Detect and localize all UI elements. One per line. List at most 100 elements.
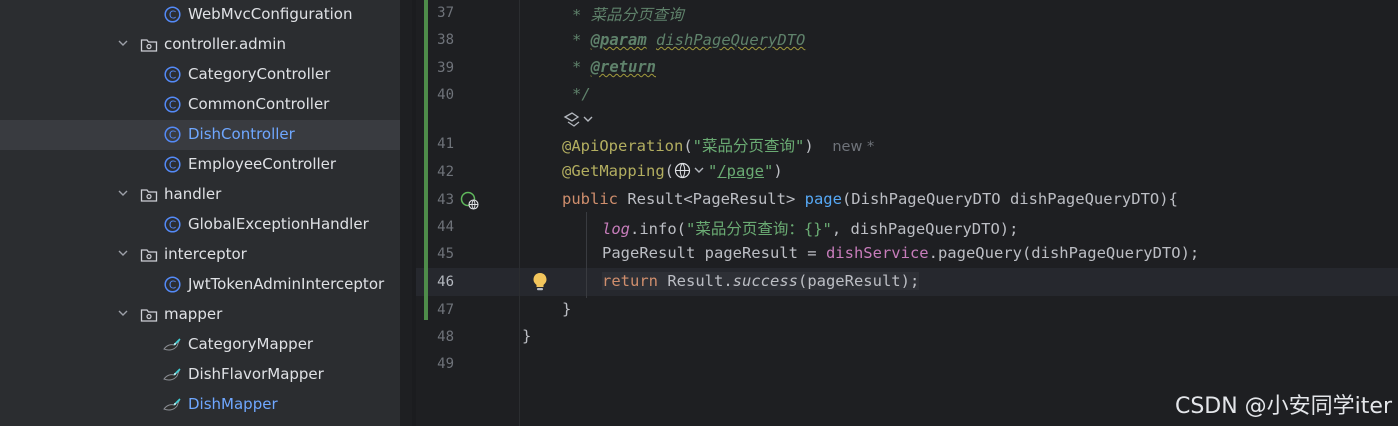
tree-item-label: GlobalExceptionHandler bbox=[188, 215, 369, 233]
chevron-down-icon[interactable] bbox=[118, 38, 128, 48]
annotation: @ApiOperation bbox=[562, 137, 684, 155]
tree-item-categorymapper[interactable]: CategoryMapper bbox=[0, 330, 400, 360]
package-folder-icon bbox=[140, 309, 158, 322]
paren: ( bbox=[683, 137, 693, 155]
tree-item-categorycontroller[interactable]: C CategoryController bbox=[0, 60, 400, 90]
line-number[interactable]: 45 bbox=[414, 246, 454, 262]
code-line-48[interactable]: } bbox=[522, 327, 531, 345]
line-number[interactable]: 41 bbox=[414, 136, 454, 152]
javadoc-param: dishPageQueryDTO bbox=[656, 31, 806, 49]
line-number[interactable]: 48 bbox=[414, 329, 454, 345]
line-number[interactable]: 43 bbox=[414, 192, 454, 208]
keyword: public bbox=[562, 190, 618, 208]
line-number[interactable]: 39 bbox=[414, 60, 454, 76]
tree-item-handler[interactable]: handler bbox=[0, 180, 400, 210]
method-call: .pageQuery(dishPageQueryDTO); bbox=[928, 244, 1200, 262]
mybatis-bird-icon bbox=[163, 338, 181, 351]
class-icon: C bbox=[164, 126, 181, 143]
tree-item-controller-admin[interactable]: controller.admin bbox=[0, 30, 400, 60]
code-line-44[interactable]: log.info("菜品分页查询：{}", dishPageQueryDTO); bbox=[602, 217, 1018, 239]
return-type: Result<PageResult> bbox=[618, 190, 805, 208]
paren: ) bbox=[804, 137, 814, 155]
field-dishservice: dishService bbox=[825, 244, 929, 262]
vcs-change-marker[interactable] bbox=[424, 0, 428, 320]
lightbulb-icon[interactable] bbox=[531, 271, 549, 293]
method-params: (DishPageQueryDTO dishPageQueryDTO){ bbox=[841, 190, 1178, 208]
svg-text:C: C bbox=[169, 220, 176, 232]
string-quote: " bbox=[764, 162, 774, 180]
string-literal: "菜品分页查询：{}" bbox=[686, 220, 832, 238]
line-number[interactable]: 47 bbox=[414, 302, 454, 318]
package-folder-icon bbox=[140, 249, 158, 262]
line-number[interactable]: 40 bbox=[414, 87, 454, 103]
tree-item-interceptor[interactable]: interceptor bbox=[0, 240, 400, 270]
tree-item-label: CategoryMapper bbox=[188, 335, 314, 353]
package-folder-icon bbox=[140, 39, 158, 52]
inlay-hint-icon[interactable] bbox=[562, 109, 598, 131]
svg-text:C: C bbox=[169, 70, 176, 82]
method-call: .info( bbox=[630, 220, 686, 238]
author-hint[interactable]: new * bbox=[832, 139, 874, 155]
class-icon: C bbox=[164, 66, 181, 83]
tree-item-label: controller.admin bbox=[164, 35, 286, 53]
tree-item-label: interceptor bbox=[164, 245, 247, 263]
tree-item-webmvcconfiguration[interactable]: C WebMvcConfiguration bbox=[0, 0, 400, 30]
line-number[interactable]: 49 bbox=[414, 356, 454, 372]
tree-item-jwttokenadmininterceptor[interactable]: C JwtTokenAdminInterceptor bbox=[0, 270, 400, 300]
tree-item-commoncontroller[interactable]: C CommonController bbox=[0, 90, 400, 120]
declaration: PageResult pageResult = bbox=[602, 244, 826, 262]
tree-item-label: CategoryController bbox=[188, 65, 331, 83]
method-name: page bbox=[804, 190, 842, 208]
code-line-38[interactable]: * @param dishPageQueryDTO bbox=[572, 31, 805, 49]
chevron-down-icon[interactable] bbox=[118, 188, 128, 198]
indent-guide bbox=[586, 212, 587, 298]
mybatis-bird-icon bbox=[163, 398, 181, 411]
code-line-43[interactable]: public Result<PageResult> page(DishPageQ… bbox=[562, 190, 1178, 208]
class-icon: C bbox=[164, 6, 181, 23]
tree-item-dishflavormapper[interactable]: DishFlavorMapper bbox=[0, 360, 400, 390]
code-editor[interactable] bbox=[416, 0, 1398, 426]
code-line-42[interactable]: @GetMapping("/page") bbox=[562, 162, 783, 180]
line-number[interactable]: 42 bbox=[414, 164, 454, 180]
line-number[interactable]: 38 bbox=[414, 32, 454, 48]
paren: ) bbox=[773, 162, 783, 180]
code-line-41[interactable]: @ApiOperation("菜品分页查询") new * bbox=[562, 134, 874, 156]
tree-item-globalexceptionhandler[interactable]: C GlobalExceptionHandler bbox=[0, 210, 400, 240]
url-path-link[interactable]: /page bbox=[717, 162, 764, 180]
tree-item-mapper[interactable]: mapper bbox=[0, 300, 400, 330]
field-log: log bbox=[602, 220, 630, 238]
annotation: @GetMapping bbox=[562, 162, 665, 180]
endpoint-globe-icon[interactable] bbox=[460, 191, 480, 211]
svg-text:C: C bbox=[169, 160, 176, 172]
tree-item-dishcontroller[interactable]: C DishController bbox=[0, 120, 400, 150]
call-args: (pageResult); bbox=[797, 272, 920, 290]
static-method: success bbox=[732, 272, 798, 290]
tree-item-employeecontroller[interactable]: C EmployeeController bbox=[0, 150, 400, 180]
code-line-40[interactable]: */ bbox=[572, 85, 591, 103]
tree-item-dishmapper[interactable]: DishMapper bbox=[0, 390, 400, 420]
line-number-active[interactable]: 46 bbox=[414, 274, 454, 290]
string-quote: " bbox=[708, 162, 718, 180]
code-line-46[interactable]: return Result.success(pageResult); bbox=[602, 272, 920, 290]
tree-item-label: WebMvcConfiguration bbox=[188, 5, 353, 23]
javadoc-tag: @param bbox=[590, 31, 647, 49]
chevron-down-icon[interactable] bbox=[118, 308, 128, 318]
comment-star: * bbox=[572, 31, 591, 49]
code-line-39[interactable]: * @return bbox=[572, 58, 656, 76]
chevron-down-icon[interactable] bbox=[118, 248, 128, 258]
tree-item-label: DishFlavorMapper bbox=[188, 365, 324, 383]
tree-item-label: EmployeeController bbox=[188, 155, 337, 173]
mybatis-bird-icon bbox=[163, 368, 181, 381]
line-number[interactable]: 37 bbox=[414, 5, 454, 21]
class-icon: C bbox=[164, 216, 181, 233]
tree-item-label: DishController bbox=[188, 125, 295, 143]
gutter-separator bbox=[519, 0, 520, 426]
line-number[interactable]: 44 bbox=[414, 219, 454, 235]
globe-inlay-icon[interactable] bbox=[674, 162, 708, 179]
tree-item-label: DishMapper bbox=[188, 395, 278, 413]
code-line-45[interactable]: PageResult pageResult = dishService.page… bbox=[602, 244, 1199, 262]
code-line-37[interactable]: * 菜品分页查询 bbox=[572, 3, 684, 25]
code-line-47[interactable]: } bbox=[562, 300, 571, 318]
javadoc-tag: @return bbox=[590, 58, 656, 76]
svg-text:C: C bbox=[169, 280, 176, 292]
